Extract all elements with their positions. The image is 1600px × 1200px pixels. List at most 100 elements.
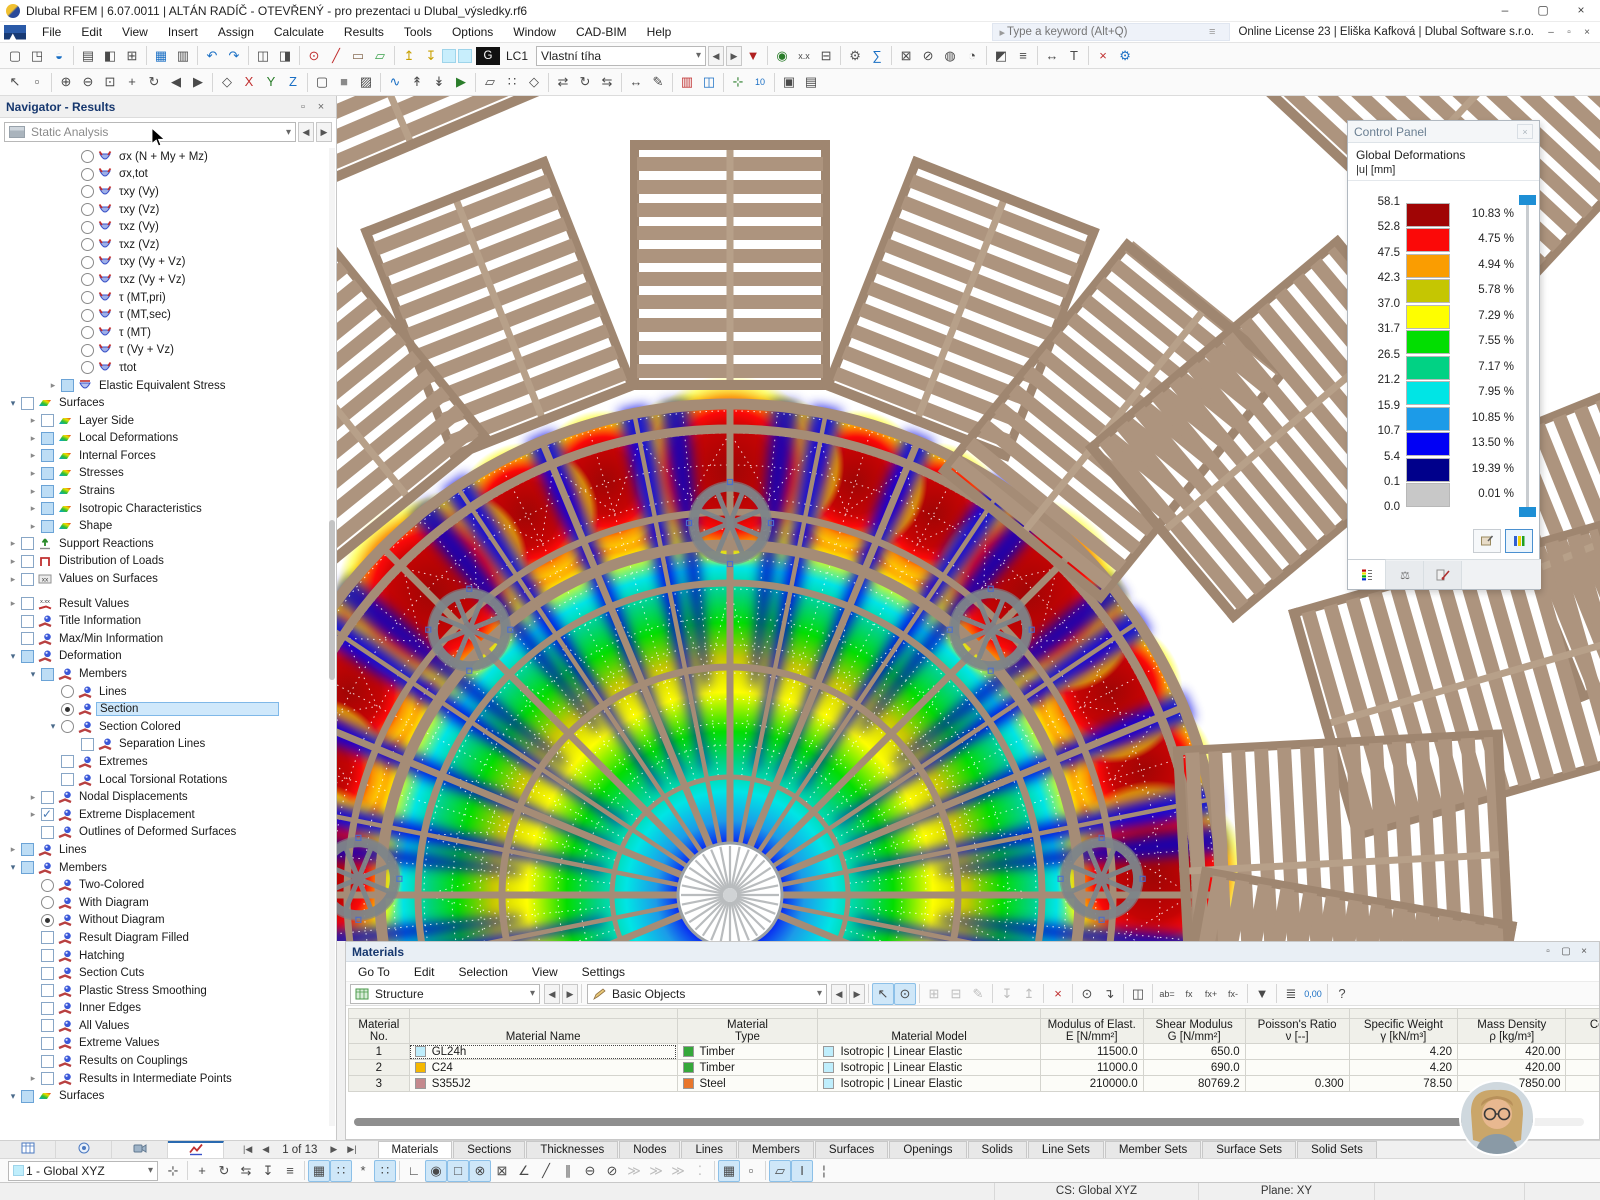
- tree-item-strains[interactable]: ▸Strains: [0, 482, 330, 500]
- tree-radio[interactable]: [81, 361, 94, 374]
- navigator-tab-views[interactable]: [112, 1141, 168, 1158]
- tree-item-members[interactable]: ▾Members: [0, 859, 330, 877]
- tree-checkbox[interactable]: [41, 949, 54, 962]
- save-model-icon[interactable]: ◒: [48, 45, 70, 67]
- tree-item-isotropic-characteristics[interactable]: ▸Isotropic Characteristics: [0, 500, 330, 518]
- expand-closed-icon[interactable]: ▸: [26, 433, 40, 444]
- expand-closed-icon[interactable]: ▸: [6, 574, 20, 585]
- panel-tab-factors[interactable]: ⚖: [1386, 561, 1424, 589]
- modulus-cell[interactable]: 11500.0: [1040, 1044, 1143, 1060]
- tree-checkbox[interactable]: [41, 432, 54, 445]
- snap-endpoint-icon[interactable]: □: [447, 1160, 469, 1182]
- table-category-prev-button[interactable]: ◀: [831, 984, 847, 1004]
- tree-item--mt-[interactable]: τ (MT): [0, 324, 330, 342]
- legend-slider-handle-bottom[interactable]: [1519, 507, 1536, 517]
- tree-radio[interactable]: [61, 703, 74, 716]
- snap-extension-icon[interactable]: ≫: [623, 1160, 645, 1182]
- delete-row-icon[interactable]: ⊟: [945, 983, 967, 1005]
- tree-item-with-diagram[interactable]: With Diagram: [0, 894, 330, 912]
- restore-button[interactable]: ▢: [1524, 0, 1562, 21]
- specific-weight-cell[interactable]: 78.50: [1349, 1076, 1457, 1092]
- table-manager-icon[interactable]: ▦: [150, 45, 172, 67]
- filter-loads-icon[interactable]: ▼: [742, 45, 764, 67]
- table-tab-lines[interactable]: Lines: [681, 1141, 737, 1158]
- material-name-cell[interactable]: S355J2: [409, 1076, 677, 1092]
- view-z-icon[interactable]: Z: [282, 71, 304, 93]
- work-plane-icon[interactable]: ▱: [479, 71, 501, 93]
- tree-radio[interactable]: [81, 150, 94, 163]
- expand-closed-icon[interactable]: ▸: [26, 809, 40, 820]
- calculate-all-icon[interactable]: ⚙: [844, 45, 866, 67]
- import-table-icon[interactable]: ↧: [996, 983, 1018, 1005]
- user-avatar[interactable]: [1461, 1082, 1533, 1154]
- zoom-in-icon[interactable]: ⊕: [55, 71, 77, 93]
- column-header[interactable]: Coeff. of Th. Eα [1/°C]: [1566, 1019, 1599, 1044]
- background-color-icon[interactable]: ▣: [778, 71, 800, 93]
- snap-nearest-icon[interactable]: ╱: [535, 1160, 557, 1182]
- tree-checkbox[interactable]: [41, 808, 54, 821]
- analysis-next-button[interactable]: ▶: [316, 122, 332, 142]
- menu-options[interactable]: Options: [442, 22, 503, 43]
- tree-item-elastic-equivalent-stress[interactable]: ▸Elastic Equivalent Stress: [0, 377, 330, 395]
- snap-quadrant-icon[interactable]: ⊘: [601, 1160, 623, 1182]
- expand-closed-icon[interactable]: ▸: [26, 503, 40, 514]
- ws-restore-button[interactable]: ▫: [1560, 27, 1578, 38]
- tree-radio[interactable]: [81, 291, 94, 304]
- snap-perpendicular-icon[interactable]: ∠: [513, 1160, 535, 1182]
- tree-checkbox[interactable]: [61, 379, 74, 392]
- sync-zoom-icon[interactable]: ⊙: [894, 983, 916, 1005]
- tree-radio[interactable]: [81, 203, 94, 216]
- coordinate-system-dropdown[interactable]: 1 - Global XYZ ▾: [8, 1161, 158, 1181]
- deformation-scale-down-icon[interactable]: ↡: [428, 71, 450, 93]
- tree-radio[interactable]: [81, 238, 94, 251]
- decimal-places-icon[interactable]: 0,00: [1302, 983, 1324, 1005]
- tree-item--xy-vz-[interactable]: τxy (Vz): [0, 201, 330, 219]
- add-dimension-icon[interactable]: ↔: [1041, 45, 1063, 67]
- material-name-cell[interactable]: GL24h: [409, 1044, 677, 1060]
- model-navigator-icon[interactable]: ◫: [252, 45, 274, 67]
- plane-lock-icon[interactable]: I: [791, 1160, 813, 1182]
- expand-closed-icon[interactable]: ▸: [26, 486, 40, 497]
- table-group-next-button[interactable]: ▶: [562, 984, 578, 1004]
- tree-radio[interactable]: [61, 685, 74, 698]
- tree-radio[interactable]: [81, 273, 94, 286]
- table-group-prev-button[interactable]: ◀: [544, 984, 560, 1004]
- edit-coordinate-system-icon[interactable]: ⊹: [162, 1160, 184, 1182]
- thermal-coeff-cell[interactable]: 0.000: [1566, 1044, 1599, 1060]
- expand-closed-icon[interactable]: ▸: [6, 844, 20, 855]
- tree-item-nodal-displacements[interactable]: ▸Nodal Displacements: [0, 788, 330, 806]
- materials-menu-selection[interactable]: Selection: [447, 965, 520, 979]
- tree-checkbox[interactable]: [61, 773, 74, 786]
- search-input[interactable]: [1007, 26, 1207, 38]
- table-tab-solids[interactable]: Solids: [968, 1141, 1027, 1158]
- mass-density-cell[interactable]: 420.00: [1458, 1044, 1566, 1060]
- previous-view-icon[interactable]: ◀: [165, 71, 187, 93]
- table-tab-surface-sets[interactable]: Surface Sets: [1202, 1141, 1296, 1158]
- column-header[interactable]: Material Name: [409, 1019, 677, 1044]
- table-tab-sections[interactable]: Sections: [453, 1141, 525, 1158]
- load-case-dropdown[interactable]: Vlastní tíha▾: [536, 46, 706, 66]
- rotate-copy-icon[interactable]: ↻: [574, 71, 596, 93]
- thermal-coeff-cell[interactable]: 0.000: [1566, 1060, 1599, 1076]
- table-tab-solid-sets[interactable]: Solid Sets: [1297, 1141, 1377, 1158]
- expand-closed-icon[interactable]: ▸: [26, 792, 40, 803]
- zoom-out-icon[interactable]: ⊖: [77, 71, 99, 93]
- table-prev-button[interactable]: ◀: [257, 1144, 274, 1155]
- load-case-prev-button[interactable]: ◀: [708, 46, 724, 66]
- grid-display-icon[interactable]: ▦: [718, 1160, 740, 1182]
- tree-radio[interactable]: [41, 896, 54, 909]
- tree-radio[interactable]: [81, 168, 94, 181]
- tree-item-distribution-of-loads[interactable]: ▸Distribution of Loads: [0, 553, 330, 571]
- tree-checkbox[interactable]: [41, 414, 54, 427]
- menu-insert[interactable]: Insert: [158, 22, 208, 43]
- move-tool-icon[interactable]: +: [191, 1160, 213, 1182]
- tree-item-inner-edges[interactable]: Inner Edges: [0, 1000, 330, 1018]
- comment-icon[interactable]: ✎: [647, 71, 669, 93]
- snap-parallel-icon[interactable]: ∥: [557, 1160, 579, 1182]
- ws-minimize-button[interactable]: –: [1542, 27, 1560, 38]
- mass-density-cell[interactable]: 420.00: [1458, 1060, 1566, 1076]
- open-model-icon[interactable]: ◳: [26, 45, 48, 67]
- load-case-manager-icon[interactable]: ↧: [420, 45, 442, 67]
- tree-item--mt-pri-[interactable]: τ (MT,pri): [0, 289, 330, 307]
- snap-guide-points-icon[interactable]: ∷: [374, 1160, 396, 1182]
